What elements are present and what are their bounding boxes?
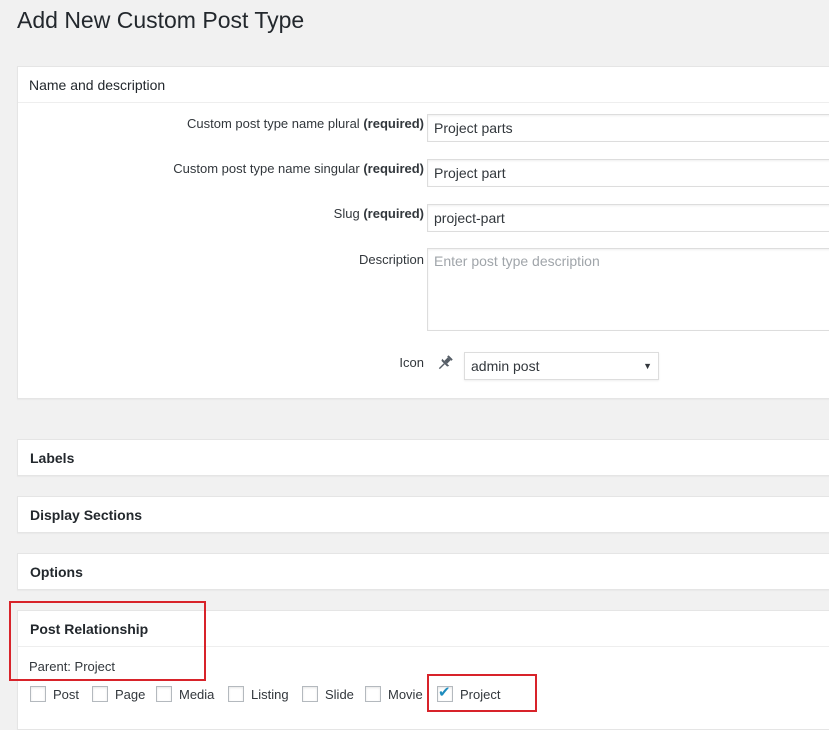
- icon-select-value: admin post: [471, 358, 540, 374]
- labels-header[interactable]: Labels: [18, 440, 829, 476]
- options-header[interactable]: Options: [18, 554, 829, 590]
- dropdown-arrow-icon: ▼: [643, 361, 652, 371]
- movie-checkbox-label: Movie: [388, 687, 423, 702]
- options-box: Options: [17, 553, 829, 590]
- plural-name-label-text: Custom post type name plural: [187, 116, 360, 131]
- page-checkbox[interactable]: [92, 686, 108, 702]
- media-checkbox-label: Media: [179, 687, 215, 702]
- display-sections-box: Display Sections: [17, 496, 829, 533]
- slide-checkbox[interactable]: [302, 686, 318, 702]
- post-checkbox[interactable]: [30, 686, 46, 702]
- slug-label-text: Slug: [333, 206, 360, 221]
- description-textarea[interactable]: [427, 248, 829, 331]
- project-checkbox[interactable]: ✔: [437, 684, 453, 702]
- slug-input[interactable]: [427, 204, 829, 232]
- listing-checkbox[interactable]: [228, 686, 244, 702]
- singular-name-label: Custom post type name singular (required…: [173, 161, 424, 176]
- movie-checkbox[interactable]: [365, 686, 381, 702]
- icon-label: Icon: [399, 355, 424, 370]
- slug-label: Slug (required): [334, 206, 424, 221]
- pin-icon: [435, 353, 455, 373]
- post-checkbox-label: Post: [53, 687, 80, 702]
- singular-required-text: (required): [363, 161, 424, 176]
- slide-checkbox-label: Slide: [325, 687, 354, 702]
- slug-required-text: (required): [363, 206, 424, 221]
- plural-name-input[interactable]: [427, 114, 829, 142]
- checkmark-icon: ✔: [438, 684, 451, 701]
- labels-box: Labels: [17, 439, 829, 476]
- parent-text: Parent: Project: [29, 659, 115, 674]
- page-checkbox-label: Page: [115, 687, 146, 702]
- post-relationship-header[interactable]: Post Relationship: [18, 611, 829, 647]
- display-sections-header[interactable]: Display Sections: [18, 497, 829, 533]
- description-label: Description: [358, 252, 424, 267]
- listing-checkbox-label: Listing: [251, 687, 289, 702]
- post-relationship-box: Post Relationship Parent: Project Post P…: [17, 610, 829, 730]
- name-description-box: Name and description Custom post type na…: [17, 66, 829, 399]
- page-title: Add New Custom Post Type: [17, 7, 305, 33]
- singular-name-label-text: Custom post type name singular: [173, 161, 360, 176]
- media-checkbox[interactable]: [156, 686, 172, 702]
- name-description-header[interactable]: Name and description: [18, 67, 829, 103]
- plural-name-label: Custom post type name plural (required): [187, 116, 424, 131]
- project-checkbox-label: Project: [460, 687, 501, 702]
- plural-required-text: (required): [363, 116, 424, 131]
- singular-name-input[interactable]: [427, 159, 829, 187]
- icon-select[interactable]: admin post ▼: [464, 352, 659, 380]
